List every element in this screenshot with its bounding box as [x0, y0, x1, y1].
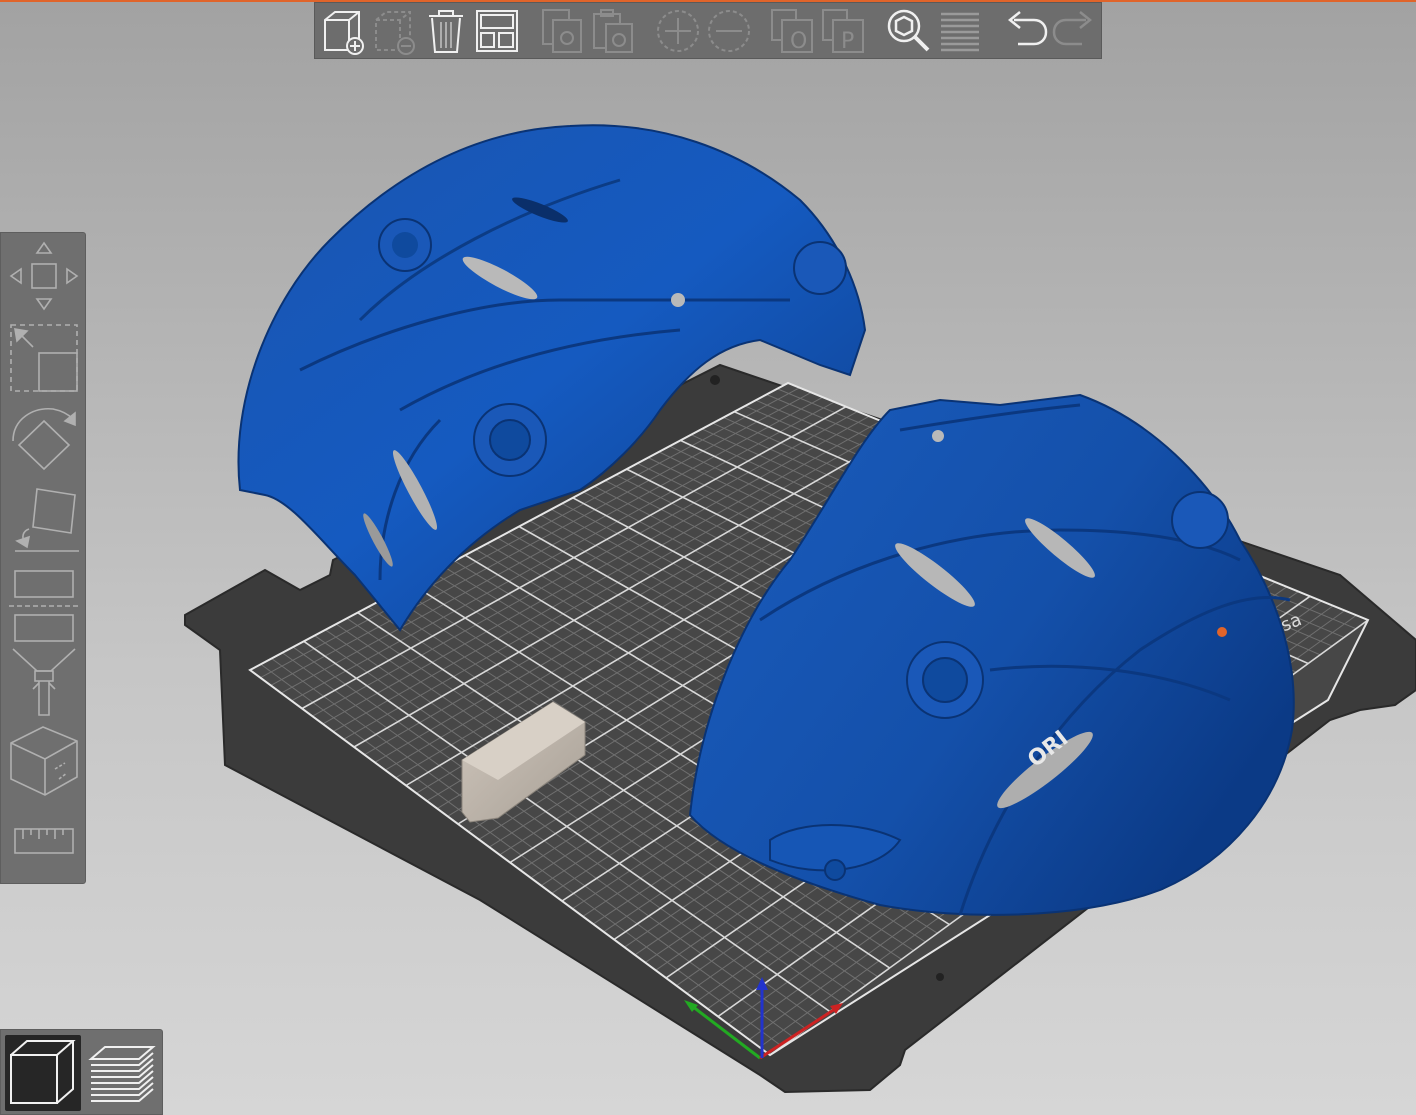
layers-preview-icon — [88, 1046, 156, 1102]
measure-tool-button[interactable] — [5, 803, 83, 881]
split-objects-icon: O — [771, 8, 814, 54]
view-switcher — [0, 1029, 163, 1115]
move-icon — [9, 241, 79, 311]
redo-icon — [1053, 10, 1093, 45]
3d-view-button[interactable] — [5, 1035, 81, 1111]
copy-button[interactable] — [537, 5, 588, 57]
copy-icon — [542, 8, 582, 53]
add-instance-icon — [656, 9, 699, 52]
arrange-button[interactable] — [472, 5, 523, 57]
place-on-face-icon — [15, 488, 79, 552]
scale-tool-button[interactable] — [5, 319, 83, 397]
paint-supports-icon — [12, 648, 76, 716]
cube-view-icon — [10, 1040, 76, 1104]
paste-button[interactable] — [587, 5, 638, 57]
rotate-icon — [12, 408, 76, 471]
paint-supports-tool-button[interactable] — [5, 645, 83, 723]
split-parts-button[interactable]: P — [819, 5, 870, 57]
bed-hole — [710, 375, 720, 385]
add-instance-button[interactable] — [652, 5, 703, 57]
undo-button[interactable] — [999, 5, 1050, 57]
delete-object-icon — [375, 10, 416, 55]
add-object-icon — [324, 10, 365, 55]
cube-icon — [10, 726, 78, 796]
bed-hole — [936, 973, 944, 981]
top-toolbar: O P — [314, 2, 1102, 59]
3d-scene[interactable]: .usa ORI — [0, 0, 1416, 1115]
scale-icon — [10, 324, 78, 392]
search-icon — [887, 9, 930, 51]
delete-object-button[interactable] — [370, 5, 421, 57]
svg-text:P: P — [841, 29, 854, 54]
ruler-icon — [14, 828, 74, 854]
delete-all-button[interactable] — [421, 5, 472, 57]
paste-icon — [592, 8, 633, 53]
preview-button[interactable] — [83, 1035, 159, 1111]
seam-painting-tool-button[interactable] — [5, 721, 83, 799]
layers-editing-button[interactable] — [934, 5, 985, 57]
place-on-face-tool-button[interactable] — [5, 485, 83, 563]
left-toolbar — [0, 232, 86, 884]
layers-editing-icon — [940, 12, 979, 51]
rotate-tool-button[interactable] — [5, 403, 83, 481]
cut-tool-button[interactable] — [5, 567, 83, 645]
remove-instance-icon — [707, 9, 750, 52]
split-objects-button[interactable]: O — [768, 5, 819, 57]
cut-icon — [9, 570, 79, 642]
redo-button[interactable] — [1050, 5, 1101, 57]
remove-instance-button[interactable] — [703, 5, 754, 57]
svg-text:O: O — [790, 29, 807, 54]
add-object-button[interactable] — [319, 5, 370, 57]
split-parts-icon: P — [822, 8, 865, 54]
arrange-icon — [476, 9, 519, 52]
move-tool-button[interactable] — [5, 237, 83, 315]
trash-icon — [429, 9, 464, 53]
search-button[interactable] — [883, 5, 934, 57]
undo-icon — [1007, 10, 1047, 45]
